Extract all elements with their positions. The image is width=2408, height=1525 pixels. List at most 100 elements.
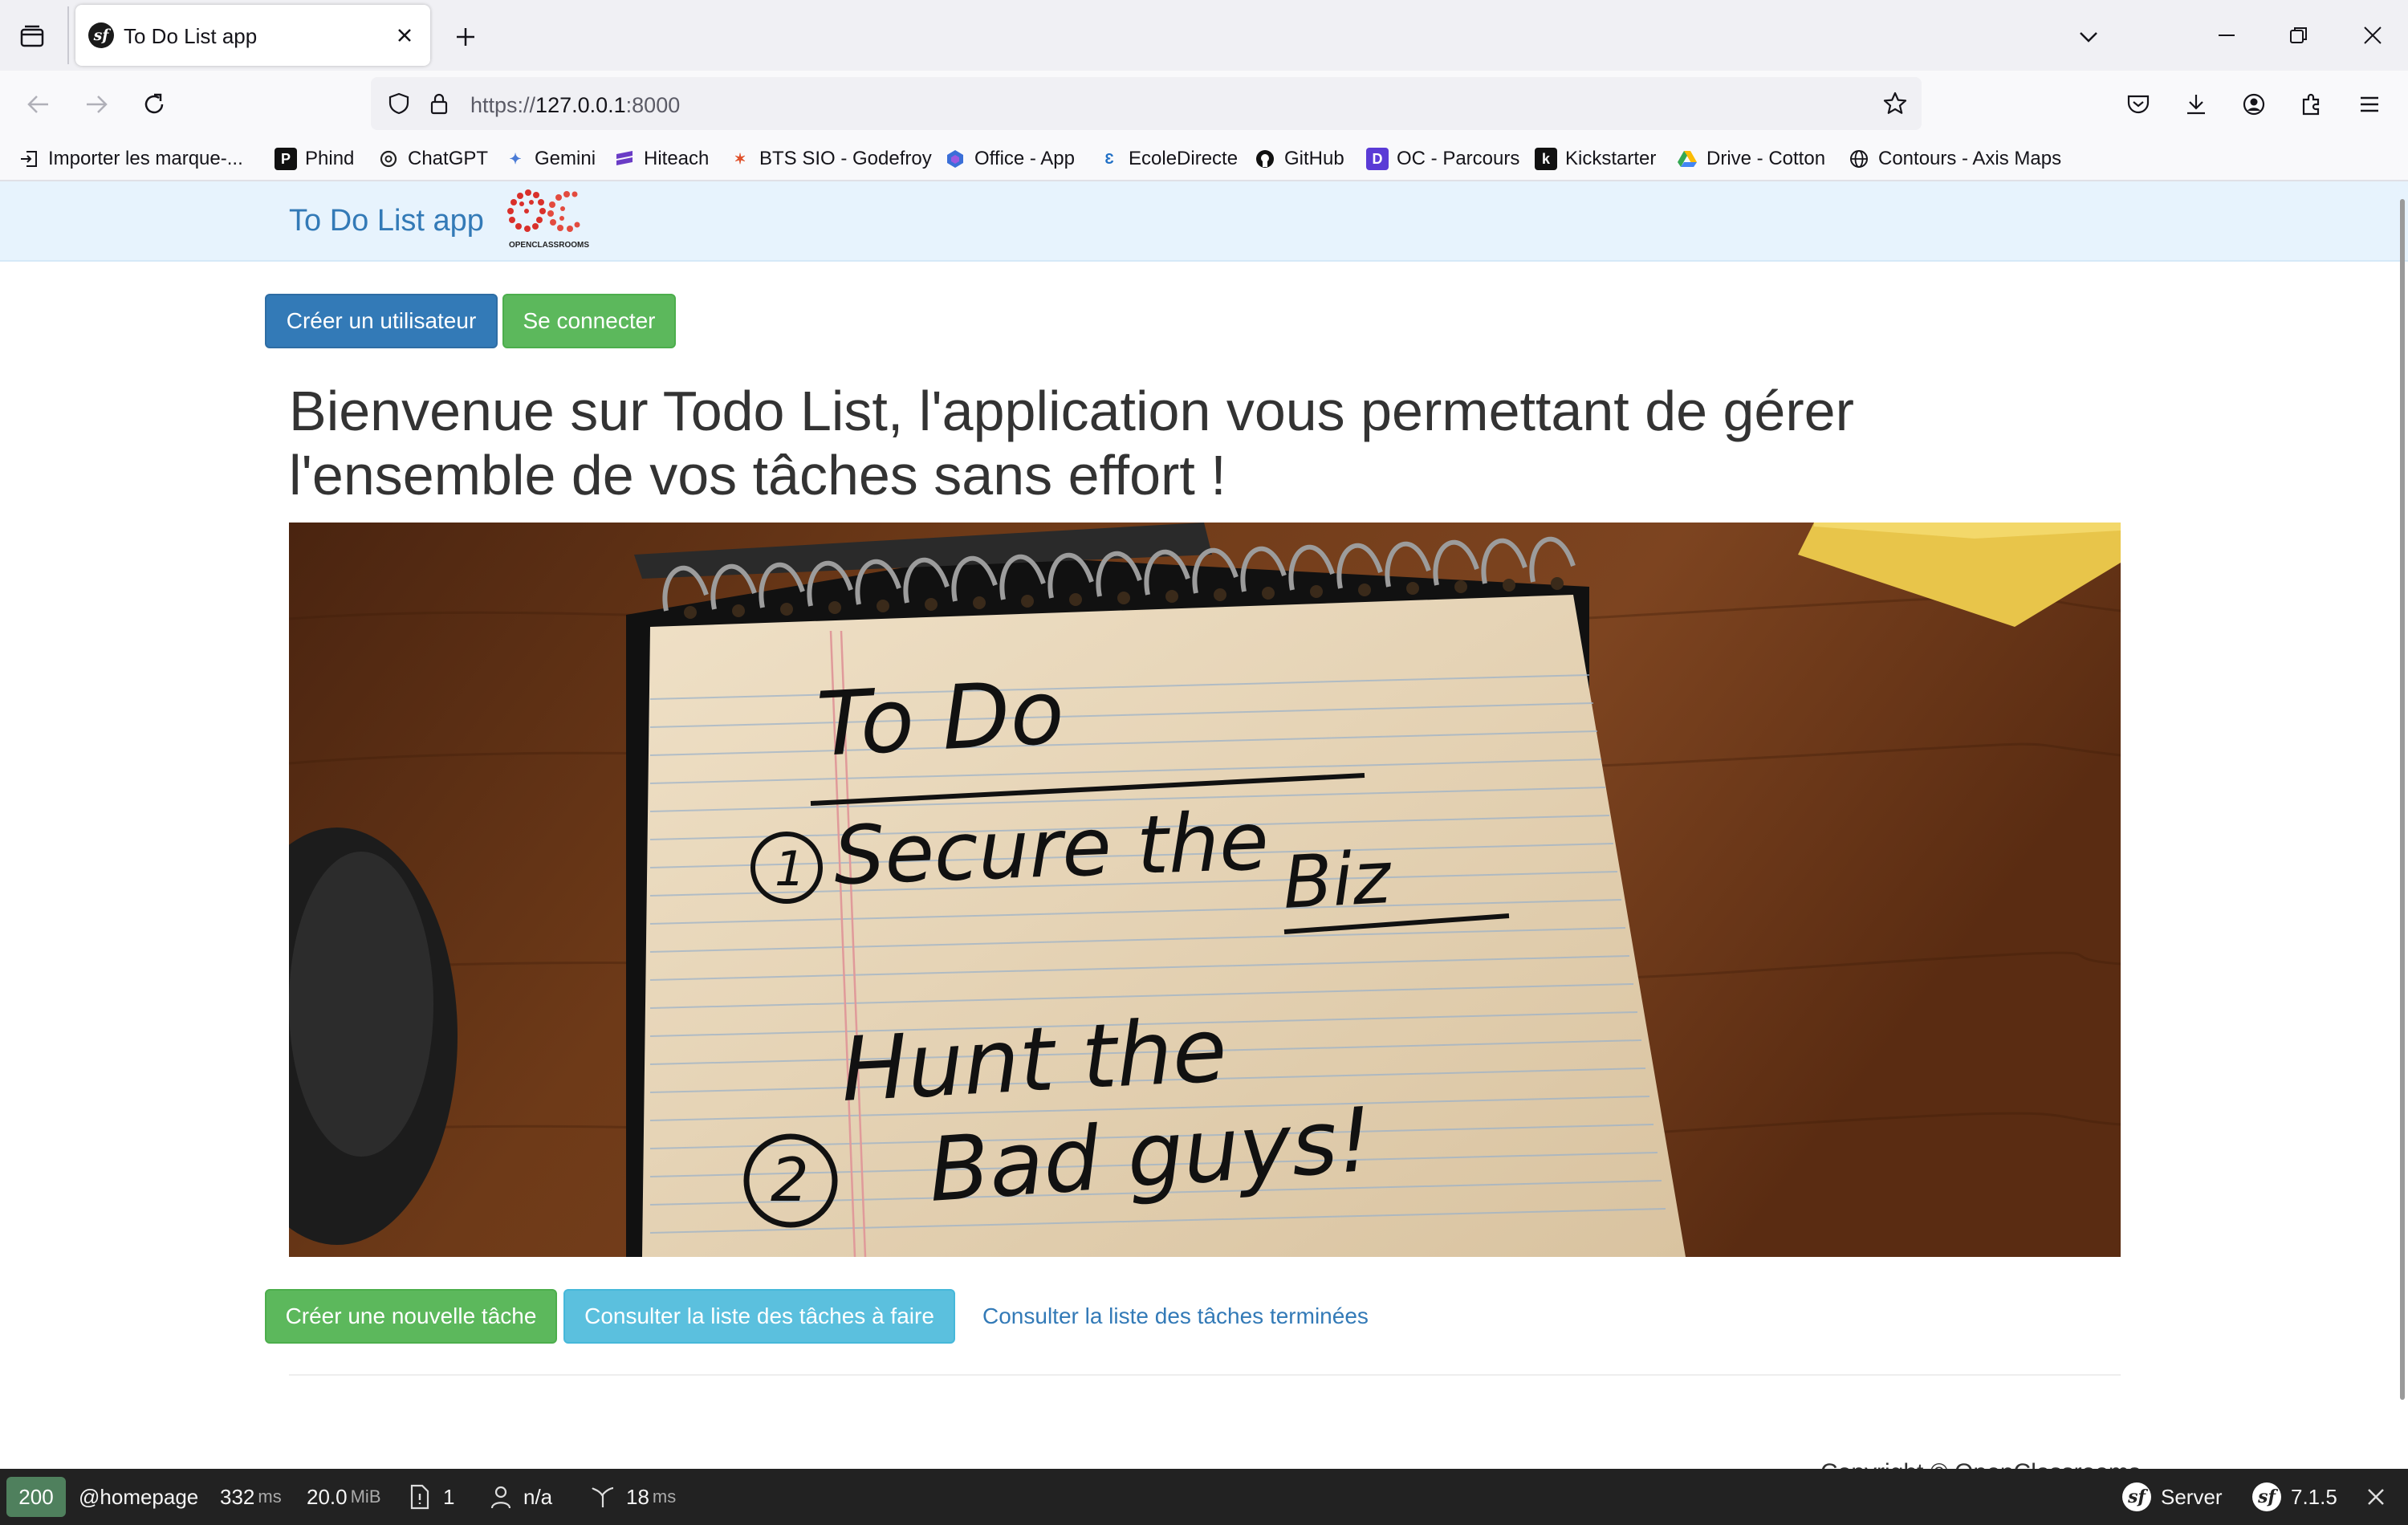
create-user-button[interactable]: Créer un utilisateur — [265, 294, 498, 348]
symfony-favicon-icon: sf — [88, 22, 114, 48]
page-scrollbar[interactable] — [2400, 199, 2405, 1400]
login-button[interactable]: Se connecter — [502, 294, 676, 348]
bts-icon: ✶ — [734, 150, 746, 167]
logo-text: OPENCLASSROOMS — [509, 241, 589, 250]
bookmark-label: ChatGPT — [408, 148, 489, 169]
bookmark-office[interactable]: Office - App — [944, 144, 1075, 173]
gemini-icon: ✦ — [509, 150, 522, 167]
memory-unit: MiB — [350, 1486, 381, 1507]
url-text[interactable]: https://127.0.0.1:8000 — [470, 93, 680, 118]
google-drive-icon — [1676, 148, 1698, 170]
time-value: 332 — [220, 1484, 255, 1509]
hiteach-icon — [613, 148, 636, 170]
note-item-1-b: Biz — [1281, 836, 1394, 925]
bookmark-label: Kickstarter — [1565, 148, 1657, 169]
lock-icon[interactable] — [424, 88, 454, 119]
user-value: n/a — [523, 1484, 553, 1509]
github-icon — [1254, 148, 1276, 170]
note-todo-title: To Do — [815, 661, 1067, 776]
welcome-heading: Bienvenue sur Todo List, l'application v… — [289, 379, 1975, 507]
note-item-1: Secure the — [832, 794, 1271, 903]
bookmark-chatgpt[interactable]: ChatGPT — [377, 144, 488, 173]
server-panel[interactable]: sf Server — [2122, 1469, 2223, 1525]
tracking-protection-shield-icon[interactable] — [384, 88, 414, 119]
site-navbar: To Do List app OPENCLASSROOMS — [0, 181, 2408, 262]
page-content: To Do List app OPENCLASSROOMS Créer un u… — [0, 181, 2408, 1469]
url-scheme: https:// — [470, 93, 536, 117]
twig-panel[interactable]: 18 ms — [591, 1469, 676, 1525]
bookmark-ecoledirecte[interactable]: Ɛ EcoleDirecte — [1098, 144, 1238, 173]
url-bar[interactable]: https://127.0.0.1:8000 — [371, 77, 1922, 130]
office-icon — [944, 148, 966, 170]
url-host: 127.0.0.1 — [535, 93, 626, 117]
memory-value: 20.0 — [307, 1484, 348, 1509]
bookmark-label: BTS SIO - Godefroy — [759, 148, 932, 169]
browser-tab-active[interactable]: sf To Do List app — [75, 5, 430, 66]
forward-arrow-icon[interactable] — [75, 83, 117, 125]
ecoledirecte-icon: Ɛ — [1104, 150, 1114, 167]
memory-usage[interactable]: 20.0 MiB — [307, 1469, 381, 1525]
kickstarter-icon: k — [1535, 148, 1557, 170]
import-icon — [18, 148, 40, 170]
bookmark-label: EcoleDirecte — [1129, 148, 1239, 169]
chevron-down-icon[interactable] — [2069, 18, 2108, 56]
bookmark-github[interactable]: GitHub — [1254, 144, 1344, 173]
welcome-line-1: Bienvenue sur Todo List, l'application v… — [289, 380, 1854, 442]
tab-separator — [67, 6, 69, 64]
bookmark-contours[interactable]: Contours - Axis Maps — [1848, 144, 2061, 173]
browser-tab-bar: sf To Do List app — [0, 0, 2408, 71]
bookmark-phind[interactable]: P Phind — [275, 144, 354, 173]
downloads-icon[interactable] — [2175, 83, 2217, 125]
bookmark-label: Gemini — [535, 148, 596, 169]
bookmark-label: Importer les marque-... — [48, 148, 243, 169]
bookmark-label: OC - Parcours — [1397, 148, 1520, 169]
bookmark-drive[interactable]: Drive - Cotton — [1676, 144, 1825, 173]
logs-panel[interactable]: 1 — [409, 1469, 454, 1525]
bookmark-star-icon[interactable] — [1880, 88, 1910, 119]
request-time[interactable]: 332 ms — [220, 1469, 282, 1525]
symfony-logo-icon: sf — [2122, 1482, 2151, 1511]
symfony-version-panel[interactable]: sf 7.1.5 — [2252, 1469, 2337, 1525]
new-tab-icon[interactable] — [446, 18, 485, 56]
bookmark-label: Office - App — [974, 148, 1075, 169]
symfony-version: 7.1.5 — [2291, 1484, 2337, 1509]
status-code-badge[interactable]: 200 — [6, 1477, 66, 1517]
footer-copyright: Copyright © OpenClassrooms — [1820, 1459, 2141, 1469]
window-restore-icon[interactable] — [2275, 11, 2323, 59]
done-list-link[interactable]: Consulter la liste des tâches terminées — [982, 1303, 1369, 1329]
pocket-icon[interactable] — [2117, 83, 2159, 125]
bookmark-label: Contours - Axis Maps — [1878, 148, 2062, 169]
extensions-icon[interactable] — [2291, 83, 2333, 125]
welcome-line-2: l'ensemble de vos tâches sans effort ! — [289, 444, 1226, 506]
create-task-button[interactable]: Créer une nouvelle tâche — [265, 1289, 557, 1344]
todo-list-button[interactable]: Consulter la liste des tâches à faire — [563, 1289, 955, 1344]
bookmark-bts-sio[interactable]: ✶ BTS SIO - Godefroy — [729, 144, 932, 173]
twig-value: 18 — [626, 1484, 649, 1509]
bookmark-label: Hiteach — [644, 148, 710, 169]
brand-link[interactable]: To Do List app — [289, 204, 484, 238]
toolbar-close-icon[interactable] — [2366, 1469, 2386, 1525]
tab-close-icon[interactable] — [390, 21, 419, 50]
bookmark-gemini[interactable]: ✦ Gemini — [504, 144, 596, 173]
bookmark-label: Drive - Cotton — [1706, 148, 1826, 169]
tab-title: To Do List app — [124, 24, 258, 48]
reload-icon[interactable] — [133, 83, 175, 125]
window-minimize-icon[interactable] — [2203, 11, 2251, 59]
phind-icon: P — [275, 148, 297, 170]
tab-list-icon[interactable] — [14, 19, 50, 55]
back-arrow-icon[interactable] — [18, 83, 59, 125]
bookmark-kickstarter[interactable]: k Kickstarter — [1535, 144, 1656, 173]
bookmark-hiteach[interactable]: Hiteach — [613, 144, 709, 173]
browser-navigation-bar: https://127.0.0.1:8000 — [0, 71, 2408, 136]
content-divider — [289, 1374, 2121, 1376]
window-close-icon[interactable] — [2349, 11, 2397, 59]
security-panel[interactable]: n/a — [490, 1469, 552, 1525]
user-icon — [490, 1485, 512, 1509]
route-name[interactable]: @homepage — [79, 1469, 198, 1525]
menu-hamburger-icon[interactable] — [2349, 83, 2390, 125]
twig-leaf-icon — [591, 1485, 615, 1509]
url-port: :8000 — [625, 93, 681, 117]
account-icon[interactable] — [2233, 83, 2275, 125]
bookmark-oc-parcours[interactable]: D OC - Parcours — [1366, 144, 1519, 173]
bookmark-import[interactable]: Importer les marque-... — [18, 144, 243, 173]
